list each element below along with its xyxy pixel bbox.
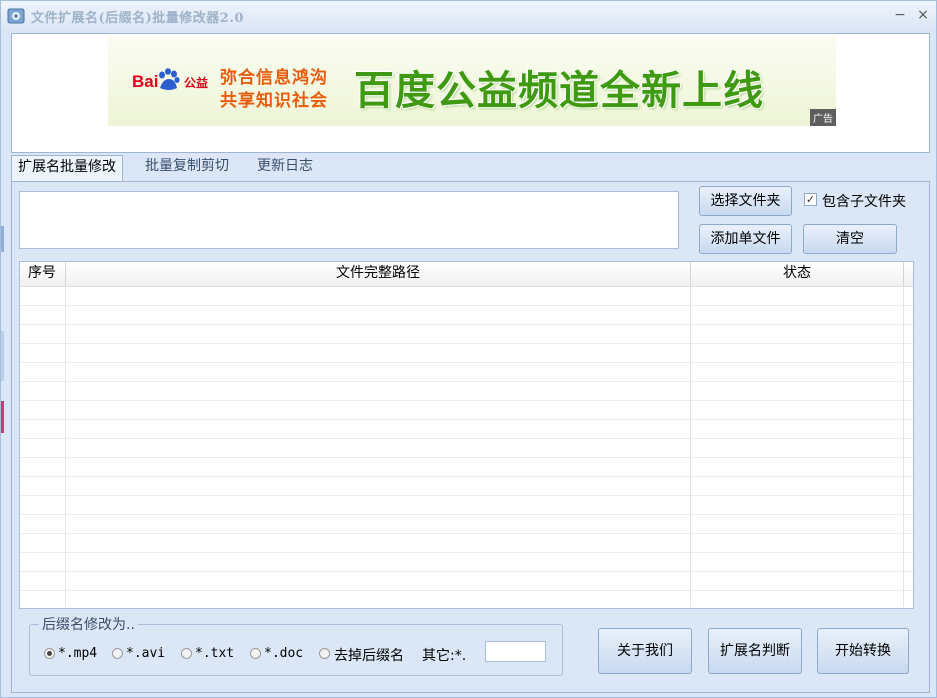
- radio-avi-label[interactable]: *.avi: [126, 646, 165, 661]
- path-input[interactable]: [19, 191, 679, 249]
- radio-txt-label[interactable]: *.txt: [195, 646, 234, 661]
- app-icon: [7, 8, 25, 24]
- extension-judge-button[interactable]: 扩展名判断: [708, 628, 802, 674]
- suffix-group-legend: 后缀名修改为..: [39, 614, 138, 634]
- radio-remove-suffix[interactable]: [319, 648, 330, 659]
- ad-headline: 百度公益频道全新上线: [354, 68, 764, 114]
- tab-update-log[interactable]: 更新日志: [251, 155, 319, 180]
- radio-mp4[interactable]: [44, 648, 55, 659]
- baidu-gongyi-text: 公益: [184, 76, 209, 90]
- close-button[interactable]: ×: [914, 6, 932, 24]
- about-us-button[interactable]: 关于我们: [598, 628, 692, 674]
- radio-doc-label[interactable]: *.doc: [264, 646, 303, 661]
- radio-avi[interactable]: [112, 648, 123, 659]
- tab-extension-batch-modify[interactable]: 扩展名批量修改: [11, 155, 123, 182]
- window-title: 文件扩展名(后缀名)批量修改器2.0: [31, 11, 244, 26]
- select-folder-button[interactable]: 选择文件夹: [699, 186, 792, 216]
- left-edge-strip: [1, 401, 4, 433]
- left-edge-strip: [1, 331, 4, 381]
- app-window: 文件扩展名(后缀名)批量修改器2.0 − × Bai 公益 弥合信息鸿沟 共享知…: [0, 0, 937, 698]
- ad-panel: Bai 公益 弥合信息鸿沟 共享知识社会 百度公益频道全新上线 广告: [11, 33, 930, 153]
- other-suffix-label: 其它:*.: [422, 648, 467, 664]
- radio-doc[interactable]: [250, 648, 261, 659]
- minimize-button[interactable]: −: [891, 6, 909, 24]
- add-single-file-button[interactable]: 添加单文件: [699, 224, 792, 254]
- include-subfolders-checkbox[interactable]: ✓: [804, 193, 817, 206]
- baidu-logo-text: Bai: [132, 72, 159, 91]
- title-bar[interactable]: 文件扩展名(后缀名)批量修改器2.0 − ×: [1, 1, 936, 31]
- column-header-index[interactable]: 序号: [20, 262, 66, 286]
- left-edge-strip: [1, 226, 4, 252]
- radio-remove-suffix-label[interactable]: 去掉后缀名: [334, 645, 404, 665]
- tab-batch-copy-cut[interactable]: 批量复制剪切: [139, 155, 235, 180]
- start-convert-button[interactable]: 开始转换: [817, 628, 909, 674]
- clear-button[interactable]: 清空: [803, 224, 897, 254]
- baidu-paw-icon: [159, 68, 180, 90]
- ad-slogan-line1: 弥合信息鸿沟: [220, 68, 328, 88]
- include-subfolders-label[interactable]: 包含子文件夹: [822, 191, 906, 211]
- table-header: 序号 文件完整路径 状态: [20, 262, 913, 287]
- other-suffix-input[interactable]: [485, 641, 546, 662]
- ad-banner[interactable]: Bai 公益 弥合信息鸿沟 共享知识社会 百度公益频道全新上线 广告: [108, 36, 836, 126]
- file-list-table[interactable]: 序号 文件完整路径 状态: [19, 261, 914, 609]
- radio-mp4-label[interactable]: *.mp4: [58, 646, 97, 661]
- ad-slogan-line2: 共享知识社会: [220, 91, 328, 111]
- radio-txt[interactable]: [181, 648, 192, 659]
- ad-tag: 广告: [810, 109, 836, 126]
- column-header-full-path[interactable]: 文件完整路径: [66, 262, 691, 286]
- table-body[interactable]: [20, 287, 913, 607]
- column-header-status[interactable]: 状态: [691, 262, 904, 286]
